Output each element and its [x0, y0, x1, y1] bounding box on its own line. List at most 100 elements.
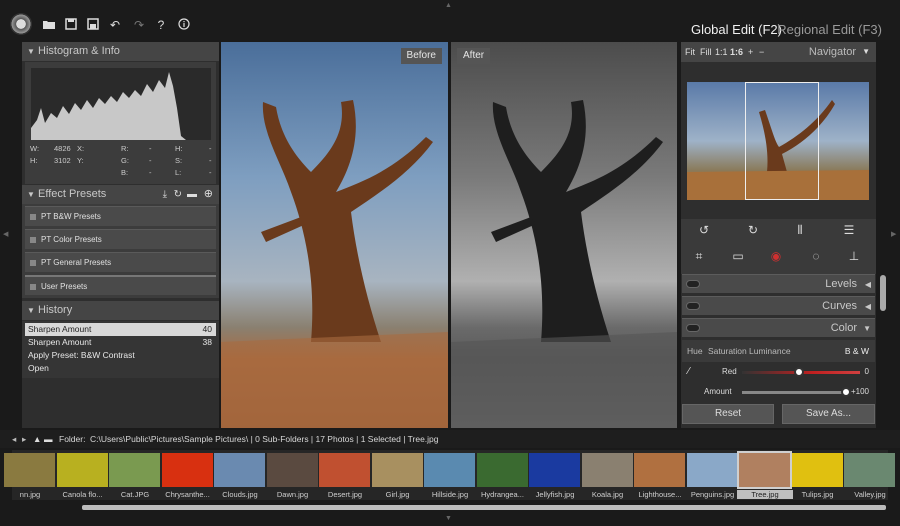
flip-horizontal-icon[interactable]: ⫴	[792, 223, 808, 238]
help-icon[interactable]: ?	[154, 18, 168, 32]
thumbnail[interactable]	[371, 453, 423, 487]
one-to-one-button[interactable]: 1:1	[715, 42, 728, 62]
open-icon[interactable]	[42, 18, 56, 32]
rotate-left-icon[interactable]: ↺	[696, 223, 712, 237]
eyedropper-icon[interactable]: ⁄	[688, 366, 690, 377]
redo-icon[interactable]: ↷	[132, 18, 146, 32]
navigator-header: Fit Fill 1:1 1:6 + − Navigator ▼	[681, 42, 876, 62]
history-item[interactable]: Sharpen Amount 40	[25, 323, 216, 336]
folder-preset-icon[interactable]: ▬	[187, 185, 197, 204]
add-preset-icon[interactable]: ⊕	[204, 185, 213, 204]
history-item[interactable]: Apply Preset: B&W Contrast	[25, 349, 216, 362]
fit-button[interactable]: Fit	[685, 42, 695, 62]
thumbnail[interactable]	[266, 453, 318, 487]
thumbnail[interactable]	[581, 453, 633, 487]
curves-toggle[interactable]	[686, 302, 700, 310]
thumbnail[interactable]	[56, 453, 108, 487]
save-as-button[interactable]: Save As...	[782, 404, 875, 424]
stamp-icon[interactable]: ⊥	[846, 249, 862, 263]
thumbnail-label: Desert.jpg	[327, 490, 363, 499]
up-folder-icon[interactable]: ▲	[33, 430, 41, 448]
thumbnail[interactable]	[109, 453, 160, 487]
amount-slider-track[interactable]	[742, 391, 846, 394]
tab-hue[interactable]: Hue	[687, 340, 703, 362]
rotate-right-icon[interactable]: ↻	[745, 223, 761, 237]
zoom-in-button[interactable]: +	[748, 42, 753, 62]
thumbnail[interactable]	[791, 453, 843, 487]
navigator-viewport[interactable]	[745, 82, 819, 200]
r-label: R:	[121, 144, 129, 153]
refresh-preset-icon[interactable]: ↻	[174, 185, 182, 204]
histogram-curve	[31, 72, 186, 140]
forward-arrow-icon[interactable]: ▸	[22, 430, 26, 448]
save-icon[interactable]	[64, 18, 78, 32]
collapse-triangle-icon[interactable]: ▼	[862, 42, 870, 62]
levels-section[interactable]: Levels ◀	[682, 274, 875, 293]
red-slider-knob[interactable]	[793, 367, 804, 377]
preset-item[interactable]: PT Color Presets	[25, 229, 216, 249]
clone-icon[interactable]: ◌	[808, 249, 824, 263]
crop-icon[interactable]: ⌗	[691, 249, 707, 264]
height-label: H:	[30, 156, 38, 165]
back-arrow-icon[interactable]: ◂	[12, 430, 16, 448]
history-list: Sharpen Amount 40 Sharpen Amount 38 Apply …	[22, 321, 219, 378]
collapse-top-icon[interactable]: ▲	[445, 2, 452, 9]
curves-section[interactable]: Curves ◀	[682, 296, 875, 315]
preset-item[interactable]: User Presets	[25, 275, 216, 295]
thumbnail[interactable]	[476, 453, 528, 487]
thumbnail[interactable]	[319, 453, 370, 487]
l-label: L:	[175, 168, 182, 177]
collapse-left-icon[interactable]: ◀	[3, 230, 8, 238]
tab-bw[interactable]: B & W	[845, 340, 869, 362]
levels-toggle[interactable]	[686, 280, 700, 288]
g-label: G:	[121, 156, 129, 165]
preset-item[interactable]: PT B&W Presets	[25, 206, 216, 226]
flip-vertical-icon[interactable]: ☰	[841, 223, 857, 237]
amount-slider-knob[interactable]	[841, 387, 851, 397]
global-edit-tab[interactable]: Global Edit (F2)	[691, 22, 782, 37]
folder-icon[interactable]: ▬	[44, 430, 53, 448]
preset-item[interactable]: PT General Presets	[25, 252, 216, 272]
save-as-icon[interactable]	[86, 18, 100, 32]
thumbnail[interactable]	[844, 453, 895, 487]
red-eye-icon[interactable]: ◉	[768, 249, 784, 263]
info-icon[interactable]	[177, 18, 191, 32]
scrollbar[interactable]	[880, 275, 886, 311]
amount-label: Amount	[704, 387, 732, 396]
zoom-out-button[interactable]: −	[759, 42, 764, 62]
history-header[interactable]: ▼ History	[22, 301, 219, 320]
thumbnail[interactable]	[686, 453, 738, 487]
regional-edit-tab[interactable]: Regional Edit (F3)	[777, 22, 882, 37]
h2-label: H:	[175, 144, 183, 153]
after-image[interactable]: After	[451, 42, 677, 428]
reset-button[interactable]: Reset	[682, 404, 774, 424]
filmstrip-scrollbar[interactable]	[82, 505, 886, 510]
color-toggle[interactable]	[686, 324, 700, 332]
presets-header[interactable]: ▼ Effect Presets ⤓ ↻ ▬ ⊕	[22, 185, 219, 204]
undo-icon[interactable]: ↶	[108, 18, 122, 32]
import-preset-icon[interactable]: ⤓	[163, 185, 167, 204]
thumbnail[interactable]	[424, 453, 475, 487]
thumbnail[interactable]	[161, 453, 213, 487]
straighten-icon[interactable]: ▭	[730, 249, 746, 263]
collapse-bottom-icon[interactable]: ▼	[445, 515, 452, 522]
folder-icon	[30, 260, 36, 266]
thumbnail[interactable]	[634, 453, 685, 487]
tab-saturation[interactable]: Saturation	[708, 340, 747, 362]
thumbnail-label: Tree.jpg	[737, 490, 793, 499]
tab-luminance[interactable]: Luminance	[749, 340, 791, 362]
navigator-preview[interactable]	[687, 82, 869, 200]
thumbnail[interactable]	[214, 453, 265, 487]
thumbnail[interactable]	[737, 451, 792, 489]
history-item[interactable]: Open	[25, 362, 216, 375]
history-title: History	[38, 304, 73, 316]
collapse-right-icon[interactable]: ▶	[891, 230, 896, 238]
history-item[interactable]: Sharpen Amount 38	[25, 336, 216, 349]
thumbnail[interactable]	[4, 453, 55, 487]
thumbnail[interactable]	[529, 453, 580, 487]
before-image[interactable]: Before	[221, 42, 448, 428]
thumbnail-label: Cat.JPG	[120, 490, 150, 499]
histogram-header[interactable]: ▼ Histogram & Info	[22, 42, 219, 61]
fill-button[interactable]: Fill	[700, 42, 712, 62]
color-section[interactable]: Color ▼	[682, 318, 875, 337]
